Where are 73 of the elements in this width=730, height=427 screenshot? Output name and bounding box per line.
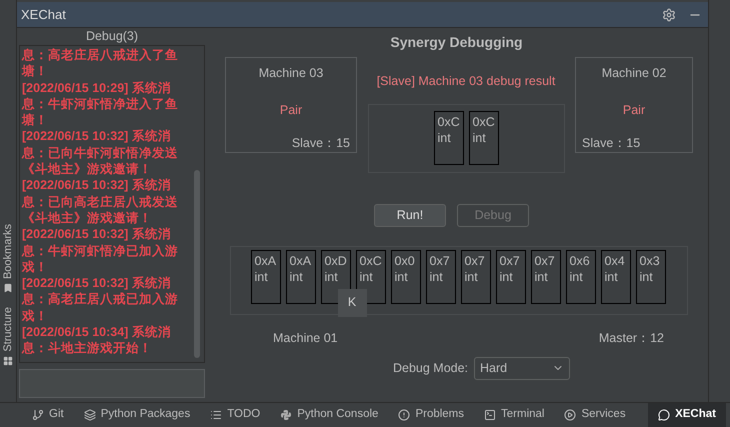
cell-value: 0x0 <box>394 252 416 269</box>
cell-type: int <box>430 268 444 285</box>
cell-type: int <box>472 130 487 146</box>
cell-value: 0x7 <box>430 252 451 269</box>
cell-value: 0x6 <box>570 252 591 269</box>
chat-bubble-icon <box>658 409 670 421</box>
window-title: XEChat <box>21 6 66 24</box>
cell-value: 0x3 <box>640 252 661 269</box>
chat-message: [2022/06/15 10:34] 系统消息：斗地主游戏开始！ <box>22 324 172 357</box>
cell-type: int <box>604 268 619 285</box>
cell-value: 0xA <box>290 252 312 269</box>
cell-value: 0x7 <box>534 252 556 269</box>
structure-icon <box>3 356 13 366</box>
chat-message: [2022/06/15 10:32] 系统消息：已向高老庄居八戒发送《斗地主》游戏邀请！ <box>22 177 179 226</box>
cell-type: int <box>534 268 549 285</box>
cell-type: int <box>290 268 304 285</box>
branch-icon <box>32 409 44 421</box>
chat-message: [2022/06/15 10:32] 系统消息：高老庄居八戒已加入游戏！ <box>22 275 179 324</box>
chat-message: [2022/06/15 10:29] 系统消息：牛虾河虾悟净进入了鱼塘！ <box>22 80 179 128</box>
chat-message: [2022/06/15 10:32] 系统消息：牛虾河虾悟净已加入游戏！ <box>22 226 179 276</box>
debug-mode-label: Debug Mode: <box>392 360 468 377</box>
cell-type: int <box>438 130 452 146</box>
alert-icon <box>398 409 410 421</box>
pair-status: Pair <box>622 102 646 119</box>
machine-name: Machine 02 <box>602 65 666 82</box>
side-tab[interactable]: Structure <box>0 307 16 366</box>
debug-mode-dropdown[interactable]: Hard <box>474 356 570 380</box>
cell-type: int <box>640 268 654 285</box>
chat-message: [2022/06/15 10:32] 系统消息：已向牛虾河虾悟净发送《斗地主》游戏邀请！ <box>22 128 179 178</box>
cell-type: int <box>324 268 339 285</box>
tooltip: K <box>338 288 366 317</box>
machine-name: Machine 01 <box>273 330 338 347</box>
cell-type: int <box>500 268 514 285</box>
tool-tab[interactable]: Python Console <box>270 403 388 427</box>
cell-value: 0xC <box>472 114 494 130</box>
chat-title: Debug(3) <box>84 28 140 45</box>
cell-value: 0xD <box>324 252 346 269</box>
play-icon <box>564 409 576 421</box>
cell-value: 0xA <box>254 252 276 269</box>
cell-value: 0xC <box>360 252 382 269</box>
tool-tab[interactable]: Problems <box>388 403 474 427</box>
message-input[interactable] <box>19 369 205 398</box>
cell-type: int <box>254 268 269 285</box>
chat-message: 息：高老庄居八戒进入了鱼塘！ <box>22 47 179 80</box>
machine-name: Machine 03 <box>258 65 324 82</box>
cell-value: 0x7 <box>500 252 521 269</box>
python-icon <box>280 409 292 421</box>
scrollbar-thumb[interactable] <box>194 170 200 358</box>
tool-tab[interactable]: Terminal <box>474 403 554 427</box>
role-label: Slave：15 <box>581 134 642 152</box>
cell-value: 0xC <box>438 114 460 130</box>
terminal-icon <box>484 409 496 421</box>
result-label: [Slave] Machine 03 debug result <box>376 73 556 90</box>
role-label: Master：12 <box>598 330 664 347</box>
pair-status: Pair <box>280 102 302 119</box>
cell-value: 0x7 <box>464 252 486 269</box>
tool-tab[interactable]: Services <box>554 403 636 427</box>
cell-value: 0x4 <box>604 252 626 269</box>
tool-tab[interactable]: Python Packages <box>74 403 200 427</box>
tool-tab[interactable]: TODO <box>200 403 270 427</box>
cell-type: int <box>570 268 584 285</box>
layers-icon <box>84 409 96 421</box>
role-label: Slave：15 <box>290 134 351 152</box>
cell-type: int <box>464 268 479 285</box>
cell-type: int <box>360 268 374 285</box>
side-tab[interactable]: Bookmarks <box>0 224 16 294</box>
bookmark-icon <box>3 283 13 294</box>
tool-tab[interactable]: XEChat <box>648 403 726 427</box>
cell-type: int <box>394 268 409 285</box>
settings-icon[interactable] <box>662 8 676 22</box>
game-title: Synergy Debugging <box>390 33 523 52</box>
tool-tab[interactable]: Git <box>22 403 74 427</box>
action-button[interactable]: Run! <box>374 204 446 227</box>
